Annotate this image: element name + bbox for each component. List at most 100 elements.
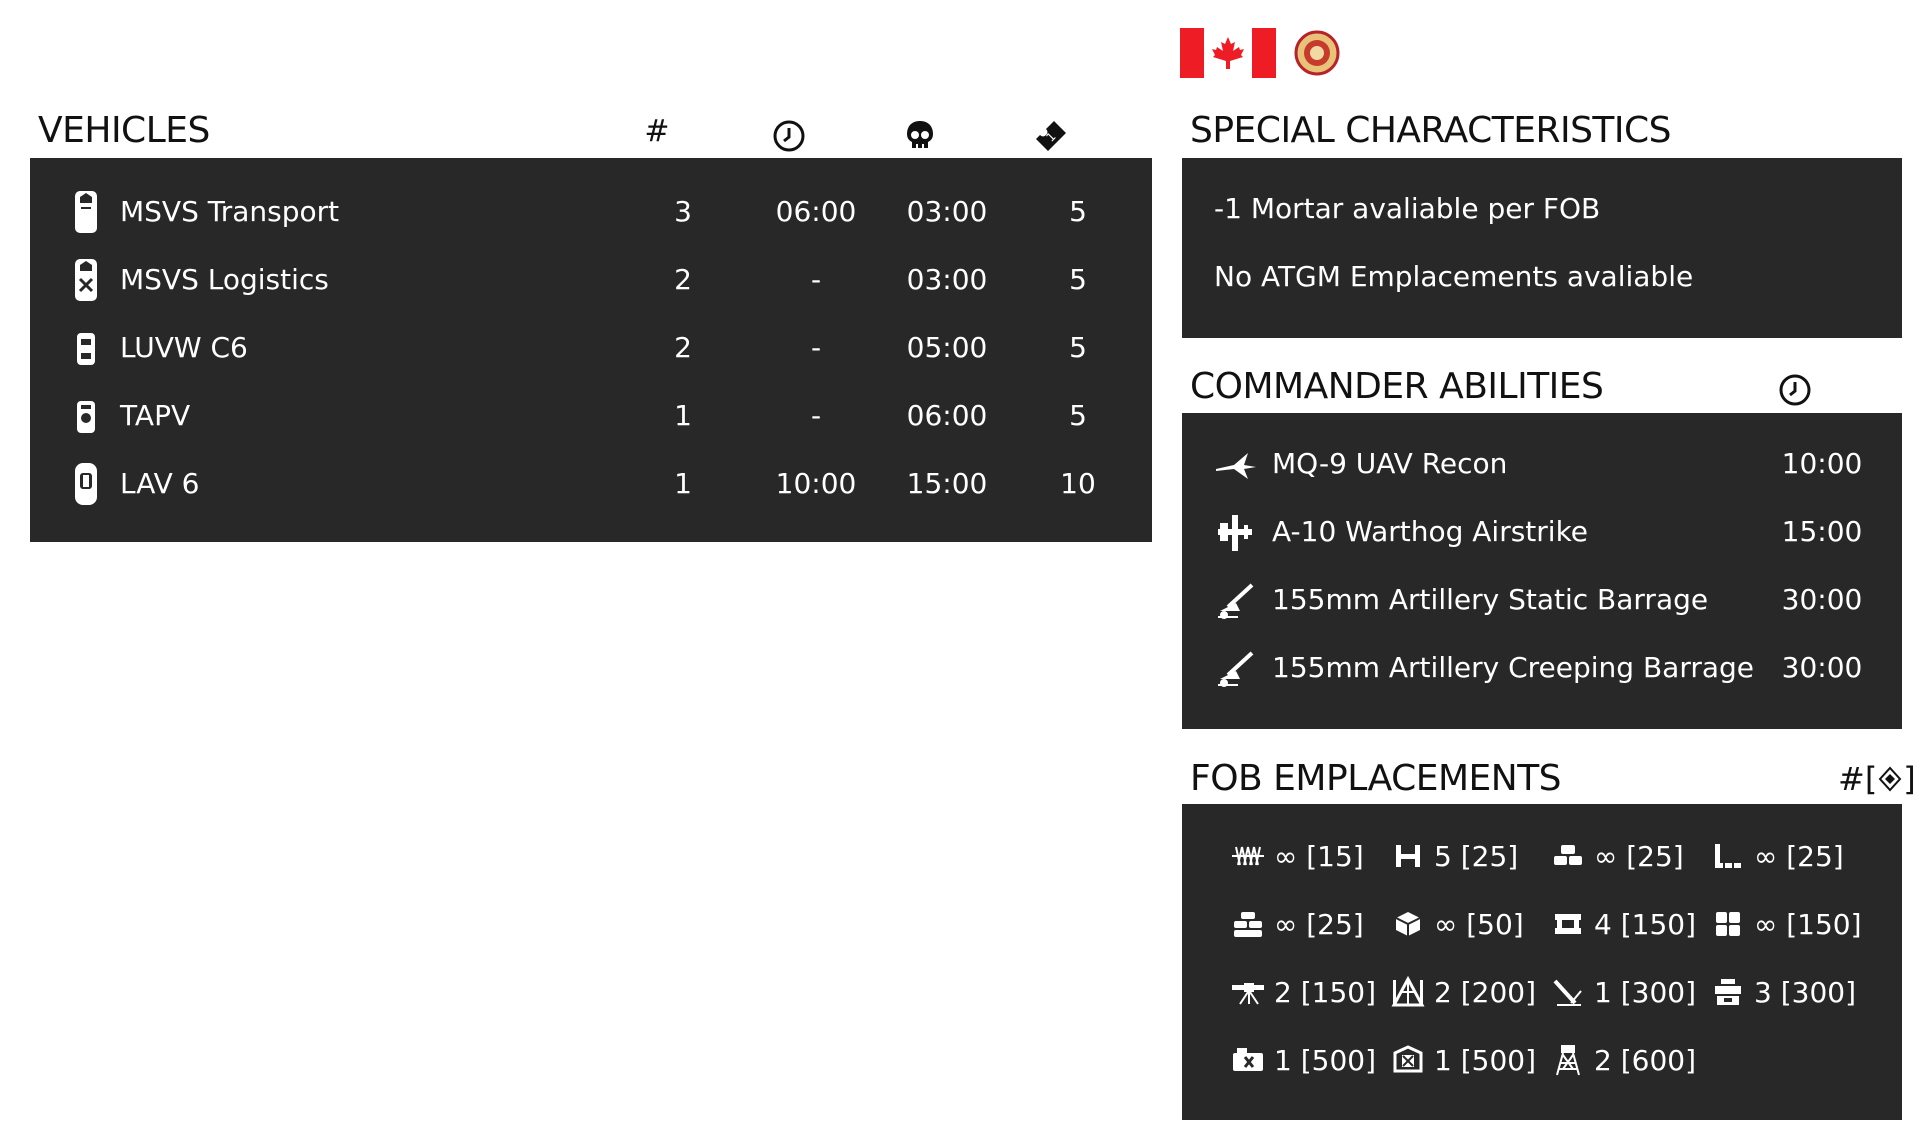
uav-icon <box>1216 453 1256 479</box>
fob-item-label: 1 [500] <box>1434 1043 1537 1077</box>
commander-abilities-panel: MQ-9 UAV Recon 10:00 A-10 Warthog Airstr… <box>1182 413 1902 729</box>
bunker-icon <box>1550 907 1586 941</box>
fob-item-label: 1 [500] <box>1274 1043 1377 1077</box>
fob-item: 3 [300] <box>1710 972 1856 1012</box>
fob-key-label: #[ <box>1838 760 1878 798</box>
ability-cooldown: 10:00 <box>1781 447 1863 480</box>
vehicle-row: MSVS Transport 3 06:00 03:00 5 <box>30 177 1152 245</box>
grid-wall-icon <box>1710 907 1746 941</box>
vehicles-title: VEHICLES <box>38 110 210 151</box>
razorwire-icon <box>1230 839 1266 873</box>
vehicle-tickets: 10 <box>1060 466 1096 500</box>
mortar-icon <box>1550 975 1586 1009</box>
canada-flag-icon <box>1180 28 1276 78</box>
vehicle-respawn: 06:00 <box>775 194 857 228</box>
vehicle-tickets: 5 <box>1069 398 1087 432</box>
fob-item: ∞ [150] <box>1710 904 1862 944</box>
vehicle-count: 3 <box>674 194 692 228</box>
tapv-icon <box>77 401 95 433</box>
fob-item: ∞ [50] <box>1390 904 1524 944</box>
fob-item-label: ∞ [25] <box>1754 839 1844 873</box>
vehicle-tickets: 5 <box>1069 330 1087 364</box>
fob-item-label: ∞ [150] <box>1754 907 1862 941</box>
vehicle-delay: 06:00 <box>906 398 988 432</box>
vehicle-respawn: - <box>810 398 822 432</box>
fob-item: 2 [200] <box>1390 972 1536 1012</box>
fob-item: ∞ [25] <box>1710 836 1844 876</box>
fob-item: 1 [300] <box>1550 972 1696 1012</box>
vehicle-delay: 03:00 <box>906 262 988 296</box>
vehicle-name: MSVS Logistics <box>120 262 329 296</box>
fob-key-close: ] <box>1903 760 1916 798</box>
fob-item: 2 [150] <box>1230 972 1376 1012</box>
repair-station-icon <box>1230 1043 1266 1077</box>
fob-item: ∞ [25] <box>1550 836 1684 876</box>
fob-item: 1 [500] <box>1390 1040 1536 1080</box>
fob-item-label: 2 [600] <box>1594 1043 1697 1077</box>
vehicle-respawn: 10:00 <box>775 466 857 500</box>
fob-item-label: 5 [25] <box>1434 839 1519 873</box>
sandbag-icon <box>1550 839 1586 873</box>
vehicle-count: 1 <box>674 466 692 500</box>
fob-item-label: 3 [300] <box>1754 975 1857 1009</box>
artillery-icon <box>1218 651 1254 687</box>
vehicle-respawn: - <box>810 262 822 296</box>
machine-gun-icon <box>1230 975 1266 1009</box>
fob-cost-key: #[ ] <box>1838 760 1916 798</box>
special-line: -1 Mortar avaliable per FOB <box>1214 192 1601 225</box>
vehicle-row: MSVS Logistics 2 - 03:00 5 <box>30 245 1152 313</box>
fob-item: 1 [500] <box>1230 1040 1376 1080</box>
vehicle-name: TAPV <box>120 398 191 432</box>
artillery-icon <box>1218 583 1254 619</box>
vehicle-row: LUVW C6 2 - 05:00 5 <box>30 313 1152 381</box>
fob-item-label: 1 [300] <box>1594 975 1697 1009</box>
ability-cooldown: 30:00 <box>1781 651 1863 684</box>
fob-item: 5 [25] <box>1390 836 1518 876</box>
corner-wall-icon <box>1710 839 1746 873</box>
ability-name: A-10 Warthog Airstrike <box>1272 515 1589 548</box>
vehicle-count: 2 <box>674 330 692 364</box>
ability-row: 155mm Artillery Creeping Barrage 30:00 <box>1182 635 1902 703</box>
construction-points-icon <box>1878 766 1902 792</box>
luvw-icon <box>77 333 95 365</box>
tower-icon <box>1550 1043 1586 1077</box>
vehicle-name: LUVW C6 <box>120 330 248 364</box>
sandbag-wall-icon <box>1230 907 1266 941</box>
ability-row: 155mm Artillery Static Barrage 30:00 <box>1182 567 1902 635</box>
ability-row: MQ-9 UAV Recon 10:00 <box>1182 431 1902 499</box>
vehicle-name: LAV 6 <box>120 466 200 500</box>
fob-item-label: 4 [150] <box>1594 907 1697 941</box>
vehicle-count: 1 <box>674 398 692 432</box>
vehicle-respawn: - <box>810 330 822 364</box>
barrier-icon <box>1390 839 1426 873</box>
fob-item: ∞ [15] <box>1230 836 1364 876</box>
fob-item-label: ∞ [15] <box>1274 839 1364 873</box>
clock-icon <box>1778 373 1812 411</box>
fob-item: 4 [150] <box>1550 904 1696 944</box>
vehicle-row: TAPV 1 - 06:00 5 <box>30 381 1152 449</box>
faction-flags <box>1180 28 1340 78</box>
ability-cooldown: 30:00 <box>1781 583 1863 616</box>
special-characteristics-panel: -1 Mortar avaliable per FOB No ATGM Empl… <box>1182 158 1902 338</box>
fob-item-label: 2 [150] <box>1274 975 1377 1009</box>
vehicle-tickets: 5 <box>1069 262 1087 296</box>
vehicle-row: LAV 6 1 10:00 15:00 10 <box>30 449 1152 517</box>
skull-icon <box>900 116 940 156</box>
special-characteristics-title: SPECIAL CHARACTERISTICS <box>1190 110 1672 151</box>
ability-name: MQ-9 UAV Recon <box>1272 447 1508 480</box>
vehicles-panel: MSVS Transport 3 06:00 03:00 5 MSVS Logi… <box>30 158 1152 542</box>
vehicle-delay: 03:00 <box>906 194 988 228</box>
vehicle-count: 2 <box>674 262 692 296</box>
tent-icon <box>1390 975 1426 1009</box>
fob-item-label: ∞ [50] <box>1434 907 1524 941</box>
vehicle-delay: 15:00 <box>906 466 988 500</box>
msvs-transport-icon <box>75 191 97 233</box>
ammo-crate-icon <box>1710 975 1746 1009</box>
vehicle-tickets: 5 <box>1069 194 1087 228</box>
ability-name: 155mm Artillery Creeping Barrage <box>1272 651 1755 684</box>
fob-item: ∞ [25] <box>1230 904 1364 944</box>
ability-cooldown: 15:00 <box>1781 515 1863 548</box>
faction-sheet: VEHICLES # 1 MSVS Transport 3 06:00 03:0… <box>0 0 1920 1141</box>
airstrike-icon <box>1218 515 1252 551</box>
ticket-icon: 1 <box>1031 116 1071 156</box>
